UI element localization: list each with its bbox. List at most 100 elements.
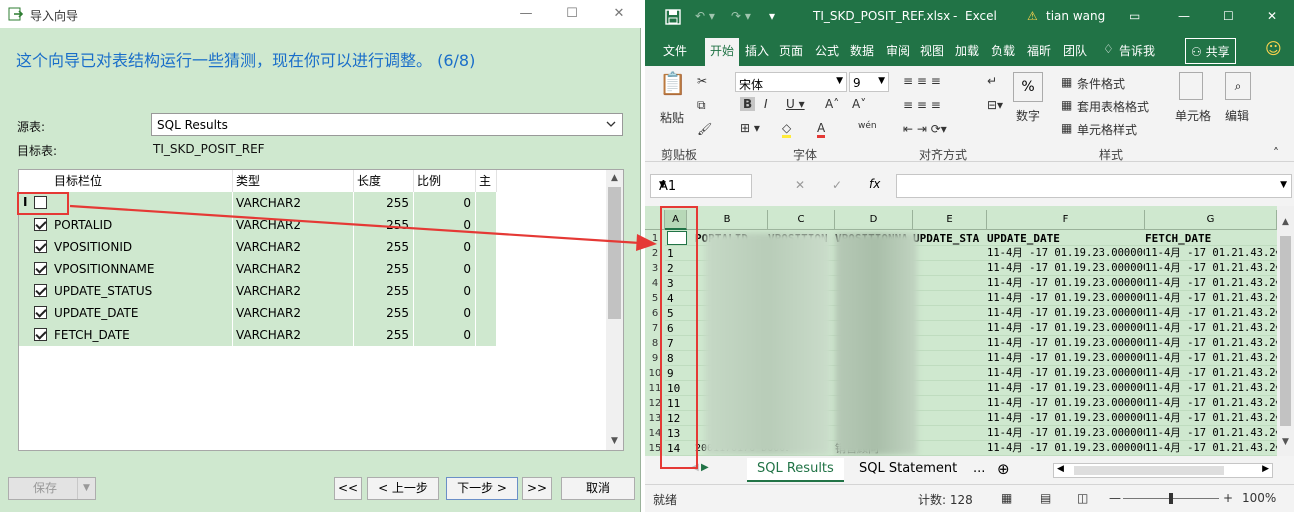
- worksheet-grid[interactable]: ABCDEFG 1PORTALIDVPOSITIONVPOSITIONNAUPD…: [645, 206, 1277, 456]
- cancel-button[interactable]: 取消: [561, 477, 635, 500]
- tab-review[interactable]: 审阅: [886, 42, 910, 59]
- tab-formulas[interactable]: 公式: [815, 42, 839, 59]
- page-layout-icon[interactable]: ▤: [1040, 491, 1051, 505]
- sheet-tab-sql-results[interactable]: SQL Results: [747, 458, 844, 482]
- tab-data[interactable]: 数据: [850, 42, 874, 59]
- redo-icon[interactable]: ↷ ▾: [731, 9, 751, 23]
- indent-icon[interactable]: ⇤ ⇥ ⟳▾: [903, 122, 947, 136]
- paste-button[interactable]: 粘贴: [660, 109, 684, 126]
- copy-icon[interactable]: ⧉: [697, 98, 706, 113]
- table-row[interactable]: VARCHAR2 255 0 I: [19, 192, 497, 214]
- last-page-button[interactable]: >>: [522, 477, 552, 500]
- col-primary-key[interactable]: 主键: [476, 170, 497, 192]
- column-header-c[interactable]: C: [768, 210, 835, 230]
- user-name[interactable]: tian wang: [1046, 9, 1105, 23]
- update-date-cell[interactable]: 11-4月 -17 01.19.23.00000C: [987, 261, 1145, 276]
- scroll-down-icon[interactable]: ▼: [606, 433, 623, 450]
- font-grow-icon[interactable]: A˄: [825, 97, 839, 111]
- header-cell[interactable]: FETCH_DATE: [1145, 231, 1277, 246]
- col-target-field[interactable]: 目标栏位: [51, 170, 233, 192]
- source-table-select[interactable]: SQL Results: [151, 113, 623, 136]
- primary-key-cell[interactable]: [476, 258, 497, 280]
- length-cell[interactable]: 255: [354, 324, 414, 346]
- zoom-level[interactable]: 100%: [1242, 491, 1276, 505]
- cut-icon[interactable]: ✂: [697, 74, 707, 88]
- cells-button[interactable]: 单元格: [1175, 107, 1211, 124]
- type-cell[interactable]: VARCHAR2: [233, 214, 354, 236]
- field-name-cell[interactable]: VPOSITIONID: [51, 236, 233, 258]
- tab-file[interactable]: 文件: [663, 42, 687, 59]
- update-date-cell[interactable]: 11-4月 -17 01.19.23.00000C: [987, 336, 1145, 351]
- update-date-cell[interactable]: 11-4月 -17 01.19.23.00000C: [987, 381, 1145, 396]
- length-cell[interactable]: 255: [354, 258, 414, 280]
- header-cell[interactable]: UPDATE_DATE: [987, 231, 1145, 246]
- update-date-cell[interactable]: 11-4月 -17 01.19.23.00000C: [987, 321, 1145, 336]
- scale-cell[interactable]: 0: [414, 324, 476, 346]
- scale-cell[interactable]: 0: [414, 302, 476, 324]
- column-header-g[interactable]: G: [1145, 210, 1277, 230]
- scroll-thumb[interactable]: [608, 187, 621, 319]
- prev-button[interactable]: < 上一步: [367, 477, 439, 500]
- row-checkbox[interactable]: [34, 240, 47, 253]
- fetch-date-cell[interactable]: 11-4月 -17 01.21.43.2€: [1145, 276, 1277, 291]
- font-shrink-icon[interactable]: A˅: [852, 97, 866, 111]
- length-cell[interactable]: 255: [354, 302, 414, 324]
- scale-cell[interactable]: 0: [414, 214, 476, 236]
- fetch-date-cell[interactable]: 11-4月 -17 01.21.43.2€: [1145, 246, 1277, 261]
- field-name-cell[interactable]: PORTALID: [51, 214, 233, 236]
- fetch-date-cell[interactable]: 11-4月 -17 01.21.43.2€: [1145, 396, 1277, 411]
- update-date-cell[interactable]: 11-4月 -17 01.19.23.00000C: [987, 411, 1145, 426]
- table-format-button[interactable]: 套用表格格式: [1077, 98, 1149, 115]
- update-date-cell[interactable]: 11-4月 -17 01.19.23.00000C: [987, 351, 1145, 366]
- length-cell[interactable]: 255: [354, 192, 414, 214]
- tab-team[interactable]: 团队: [1063, 42, 1087, 59]
- tab-view[interactable]: 视图: [920, 42, 944, 59]
- wrap-text-icon[interactable]: ↵: [987, 74, 997, 88]
- normal-view-icon[interactable]: ▦: [1001, 491, 1012, 505]
- col-length[interactable]: 长度: [354, 170, 414, 192]
- row-checkbox[interactable]: [34, 328, 47, 341]
- insert-function-icon[interactable]: fx: [869, 177, 880, 191]
- update-date-cell[interactable]: 11-4月 -17 01.19.23.00000C: [987, 276, 1145, 291]
- table-row[interactable]: PORTALID VARCHAR2 255 0: [19, 214, 497, 236]
- font-color-icon[interactable]: A: [817, 121, 826, 138]
- font-name-select[interactable]: 宋体 ▼: [735, 72, 847, 92]
- minimize-icon[interactable]: —: [1178, 9, 1190, 23]
- table-row[interactable]: VPOSITIONID VARCHAR2 255 0: [19, 236, 497, 258]
- tab-page[interactable]: 页面: [779, 42, 803, 59]
- update-date-cell[interactable]: 11-4月 -17 01.19.23.00000C: [987, 426, 1145, 441]
- length-cell[interactable]: 255: [354, 280, 414, 302]
- share-button[interactable]: ⚇ 共享: [1185, 38, 1236, 64]
- scroll-thumb[interactable]: [1074, 466, 1224, 475]
- zoom-in-icon[interactable]: +: [1223, 491, 1233, 505]
- fetch-date-cell[interactable]: 11-4月 -17 01.21.43.2€: [1145, 441, 1277, 456]
- ribbon-display-icon[interactable]: ▭: [1129, 9, 1140, 23]
- fetch-date-cell[interactable]: 11-4月 -17 01.21.43.2€: [1145, 351, 1277, 366]
- fetch-date-cell[interactable]: 11-4月 -17 01.21.43.2€: [1145, 291, 1277, 306]
- row-checkbox[interactable]: [34, 306, 47, 319]
- search-icon[interactable]: ⌕: [1225, 72, 1251, 100]
- format-painter-icon[interactable]: 🖌: [697, 122, 712, 136]
- scale-cell[interactable]: 0: [414, 236, 476, 258]
- close-icon[interactable]: ✕: [609, 4, 629, 24]
- type-cell[interactable]: VARCHAR2: [233, 280, 354, 302]
- scroll-right-icon[interactable]: ▶: [1262, 464, 1269, 474]
- close-icon[interactable]: ✕: [1267, 9, 1277, 23]
- primary-key-cell[interactable]: [476, 192, 497, 214]
- field-name-cell[interactable]: UPDATE_STATUS: [51, 280, 233, 302]
- cancel-icon[interactable]: ✕: [795, 178, 805, 192]
- bold-icon[interactable]: B: [740, 97, 756, 111]
- sheet-tab-sql-statement[interactable]: SQL Statement: [849, 458, 967, 482]
- table-row[interactable]: FETCH_DATE VARCHAR2 255 0: [19, 324, 497, 346]
- zoom-slider-thumb[interactable]: [1169, 493, 1173, 504]
- scroll-up-icon[interactable]: ▲: [1277, 214, 1294, 231]
- scroll-left-icon[interactable]: ◀: [1057, 464, 1064, 474]
- fetch-date-cell[interactable]: 11-4月 -17 01.21.43.2€: [1145, 381, 1277, 396]
- add-sheet-icon[interactable]: ⊕: [987, 458, 1020, 482]
- italic-icon[interactable]: I: [764, 97, 768, 111]
- scale-cell[interactable]: 0: [414, 192, 476, 214]
- conditional-format-button[interactable]: 条件格式: [1077, 75, 1125, 92]
- chevron-down-icon[interactable]: ▼: [1280, 180, 1287, 190]
- column-header-e[interactable]: E: [913, 210, 987, 230]
- column-header-b[interactable]: B: [687, 210, 768, 230]
